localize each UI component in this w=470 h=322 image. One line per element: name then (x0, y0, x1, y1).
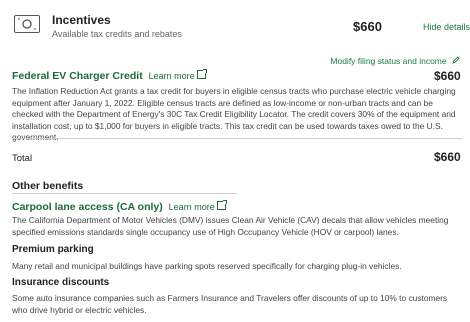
carpool-title: Carpool lane access (CA only) (12, 201, 163, 213)
insurance-discounts-title: Insurance discounts (12, 277, 110, 288)
carpool-description: The California Department of Motor Vehic… (12, 215, 449, 237)
incentives-header: Incentives Available tax credits and reb… (12, 10, 470, 44)
modify-filing-label: Modify filing status and income (330, 56, 447, 66)
pencil-icon (452, 56, 460, 66)
other-benefits-divider (12, 193, 237, 194)
incentives-amount: $660 (353, 19, 382, 34)
divider (12, 138, 462, 139)
federal-credit-amount: $660 (434, 69, 461, 83)
incentives-subtitle: Available tax credits and rebates (52, 29, 182, 39)
federal-learn-more-link[interactable]: Learn more (148, 69, 207, 81)
hide-details-label: Hide details (423, 22, 470, 32)
carpool-learn-more-label: Learn more (168, 202, 215, 212)
premium-parking-title: Premium parking (12, 244, 94, 255)
incentives-title: Incentives (52, 13, 111, 27)
money-icon (14, 15, 40, 33)
modify-filing-link[interactable]: Modify filing status and income (330, 56, 460, 66)
external-link-icon (196, 69, 207, 79)
hide-details-button[interactable]: Hide details (423, 22, 470, 32)
federal-credit-heading: Federal EV Charger Credit Learn more (12, 69, 207, 82)
federal-credit-description: The Inflation Reduction Act grants a tax… (12, 86, 456, 142)
federal-credit-title: Federal EV Charger Credit (12, 70, 143, 82)
insurance-discounts-description: Some auto insurance companies such as Fa… (12, 293, 448, 315)
carpool-heading: Carpool lane access (CA only) Learn more (12, 200, 227, 213)
premium-parking-description: Many retail and municipal buildings have… (12, 261, 402, 271)
federal-learn-more-label: Learn more (148, 71, 195, 81)
carpool-learn-more-link[interactable]: Learn more (168, 200, 227, 212)
external-link-icon (216, 200, 227, 210)
total-label: Total (12, 153, 33, 164)
total-amount: $660 (434, 150, 461, 164)
other-benefits-heading: Other benefits (12, 180, 84, 192)
